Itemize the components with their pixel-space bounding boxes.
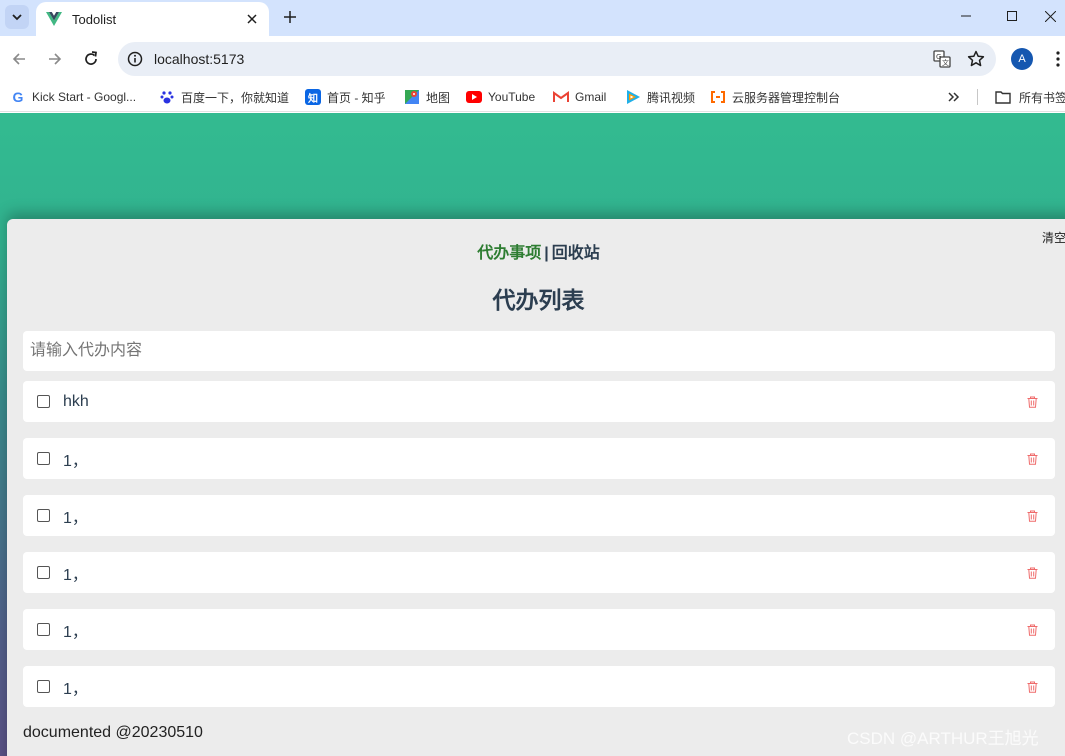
view-nav: 代办事项 | 回收站 bbox=[7, 239, 1065, 263]
bookmark-item[interactable]: Gmail bbox=[553, 88, 606, 106]
bookmark-item[interactable]: 知 首页 - 知乎 bbox=[305, 88, 386, 106]
translate-icon[interactable]: G文 bbox=[928, 45, 956, 73]
chevron-down-icon bbox=[12, 14, 22, 21]
bookmark-divider bbox=[977, 89, 978, 105]
window-close-button[interactable] bbox=[1035, 0, 1065, 32]
bookmark-label: 百度一下，你就知道 bbox=[181, 90, 290, 105]
todo-checkbox[interactable] bbox=[37, 395, 50, 408]
reload-icon bbox=[85, 51, 97, 65]
bookmark-item[interactable]: 腾讯视频 bbox=[625, 88, 695, 106]
todo-item: 1， bbox=[23, 609, 1055, 650]
more-menu-icon[interactable] bbox=[1050, 48, 1065, 70]
tab-strip: Todolist bbox=[0, 0, 1065, 36]
tab-search-button[interactable] bbox=[5, 5, 29, 29]
watermark-text: CSDN @ARTHUR王旭光 bbox=[847, 729, 1039, 748]
trash-icon[interactable] bbox=[1025, 509, 1039, 523]
close-icon bbox=[1044, 10, 1056, 22]
new-tab-button[interactable] bbox=[278, 5, 302, 29]
maximize-button[interactable] bbox=[989, 0, 1035, 32]
todo-item: 1， bbox=[23, 552, 1055, 593]
todo-text: 1， bbox=[63, 566, 88, 584]
todo-item: 1， bbox=[23, 495, 1055, 536]
svg-text:G: G bbox=[936, 53, 941, 61]
url-text[interactable]: localhost:5173 bbox=[154, 51, 928, 67]
todo-item: hkh bbox=[23, 381, 1055, 422]
todo-text: hkh bbox=[63, 392, 89, 410]
nav-recycle-link[interactable]: 回收站 bbox=[552, 245, 600, 262]
nav-todo-link[interactable]: 代办事项 bbox=[477, 245, 541, 262]
site-info-icon[interactable] bbox=[122, 46, 148, 72]
address-bar[interactable]: localhost:5173 G文 bbox=[118, 42, 996, 76]
bookmark-label: Gmail bbox=[575, 90, 607, 104]
vue-logo-icon bbox=[46, 12, 62, 26]
todo-checkbox[interactable] bbox=[37, 680, 50, 693]
todo-item: 1， bbox=[23, 666, 1055, 707]
zhihu-icon: 知 bbox=[305, 89, 321, 105]
all-bookmarks-label: 所有书签 bbox=[1019, 90, 1065, 105]
tab-title: Todolist bbox=[72, 11, 117, 27]
bookmark-item[interactable]: 云服务器管理控制台 bbox=[710, 88, 840, 106]
tencent-video-icon bbox=[625, 89, 641, 105]
todo-checkbox[interactable] bbox=[37, 623, 50, 636]
browser-tab[interactable]: Todolist bbox=[36, 2, 269, 36]
minimize-button[interactable] bbox=[943, 0, 989, 32]
forward-button[interactable] bbox=[41, 45, 69, 73]
todo-text: 1， bbox=[63, 509, 88, 527]
youtube-icon bbox=[466, 89, 482, 105]
todo-checkbox[interactable] bbox=[37, 566, 50, 579]
bookmark-label: Kick Start - Googl... bbox=[32, 90, 137, 104]
browser-toolbar: localhost:5173 G文 A bbox=[0, 36, 1065, 82]
footer-text: documented @20230510 bbox=[23, 724, 203, 741]
svg-text:文: 文 bbox=[942, 58, 949, 67]
gmail-icon bbox=[553, 89, 569, 105]
profile-avatar[interactable]: A bbox=[1011, 48, 1033, 70]
all-bookmarks-folder[interactable]: 所有书签 bbox=[995, 88, 1065, 106]
todo-text: 1， bbox=[63, 623, 88, 641]
todo-checkbox[interactable] bbox=[37, 509, 50, 522]
bookmark-label: 腾讯视频 bbox=[647, 90, 696, 105]
aliyun-icon bbox=[710, 89, 726, 105]
trash-icon[interactable] bbox=[1025, 566, 1039, 580]
trash-icon[interactable] bbox=[1025, 680, 1039, 694]
trash-icon[interactable] bbox=[1025, 452, 1039, 466]
bookmark-label: 地图 bbox=[426, 90, 451, 105]
page-background: 清空 代办事项|回收站 代办列表 hkh 1， 1， 1， 1， bbox=[0, 113, 1065, 756]
baidu-icon bbox=[159, 89, 175, 105]
maximize-icon bbox=[1007, 11, 1017, 21]
bookmark-star-icon[interactable] bbox=[962, 45, 990, 73]
page-title: 代办列表 bbox=[492, 287, 585, 313]
arrow-left-icon bbox=[12, 53, 25, 65]
more-bookmarks-icon[interactable] bbox=[948, 88, 960, 106]
bookmark-item[interactable]: 百度一下，你就知道 bbox=[159, 88, 289, 106]
todo-input[interactable] bbox=[23, 331, 1055, 371]
bookmark-item[interactable]: YouTube bbox=[466, 88, 535, 106]
plus-icon bbox=[284, 11, 296, 23]
todo-text: 1， bbox=[63, 680, 88, 698]
bookmark-item[interactable]: G Kick Start - Googl... bbox=[10, 88, 136, 106]
maps-icon bbox=[404, 89, 420, 105]
bookmark-label: YouTube bbox=[488, 90, 536, 104]
arrow-right-icon bbox=[49, 53, 62, 65]
bookmark-item[interactable]: 地图 bbox=[404, 88, 450, 106]
folder-icon bbox=[995, 91, 1011, 104]
todo-checkbox[interactable] bbox=[37, 452, 50, 465]
bookmark-label: 首页 - 知乎 bbox=[327, 90, 386, 105]
todo-text: 1， bbox=[63, 452, 88, 470]
trash-icon[interactable] bbox=[1025, 623, 1039, 637]
reload-button[interactable] bbox=[77, 45, 105, 73]
bookmark-label: 云服务器管理控制台 bbox=[732, 90, 841, 105]
bookmarks-bar: G Kick Start - Googl... 百度一下，你就知道 知 首页 -… bbox=[0, 82, 1065, 112]
close-icon[interactable] bbox=[241, 8, 263, 30]
todo-card: 清空 代办事项|回收站 代办列表 hkh 1， 1， 1， 1， bbox=[7, 219, 1065, 756]
minimize-icon bbox=[961, 15, 971, 17]
google-icon: G bbox=[10, 89, 26, 105]
nav-separator: | bbox=[544, 245, 549, 262]
todo-item: 1， bbox=[23, 438, 1055, 479]
trash-icon[interactable] bbox=[1025, 395, 1039, 409]
back-button[interactable] bbox=[5, 45, 33, 73]
